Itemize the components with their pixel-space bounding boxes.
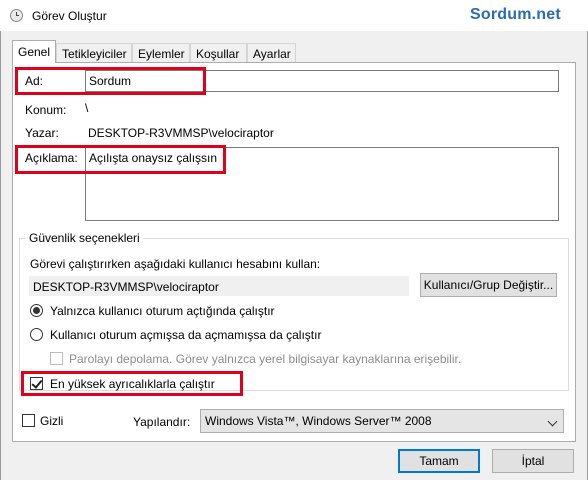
- tab-label: Tetikleyiciler: [62, 47, 127, 61]
- location-value: \: [85, 101, 89, 115]
- title-bar: Görev Oluştur Sordum.net: [0, 0, 588, 31]
- tab-kosullar[interactable]: Koşullar: [190, 43, 247, 62]
- author-value: DESKTOP-R3VMMSP\velociraptor: [88, 126, 274, 140]
- tab-genel[interactable]: Genel: [12, 40, 56, 63]
- tab-ayarlar[interactable]: Ayarlar: [247, 43, 296, 62]
- security-group-title: Güvenlik seçenekleri: [26, 231, 143, 245]
- tab-label: Genel: [18, 45, 51, 59]
- name-input[interactable]: Sordum: [85, 70, 559, 92]
- description-label: Açıklama:: [25, 151, 78, 165]
- checkmark-icon: [31, 377, 43, 389]
- radio-logged-on[interactable]: [30, 304, 43, 317]
- general-panel: Ad: Sordum Konum: \ Yazar: DESKTOP-R3VMM…: [12, 62, 576, 442]
- tab-eylemler[interactable]: Eylemler: [132, 43, 190, 62]
- radio-whether-label: Kullanıcı oturum açmışsa da açmamışsa da…: [50, 328, 322, 342]
- chevron-down-icon: [547, 416, 558, 427]
- no-store-password-checkbox: [50, 352, 63, 365]
- no-store-password-label: Parolayı depolama. Görev yalnızca yerel …: [69, 352, 462, 366]
- account-prompt: Görevi çalıştırırken aşağıdaki kullanıcı…: [30, 257, 321, 271]
- ok-button[interactable]: Tamam: [398, 449, 480, 473]
- tab-label: Koşullar: [196, 47, 240, 61]
- change-user-button[interactable]: Kullanıcı/Grup Değiştir...: [420, 273, 557, 297]
- radio-logged-on-label: Yalnızca kullanıcı oturum açtığında çalı…: [50, 304, 275, 318]
- location-label: Konum:: [25, 103, 67, 117]
- name-label: Ad:: [25, 74, 44, 88]
- window-title: Görev Oluştur: [32, 9, 107, 23]
- clock-icon: [10, 9, 23, 22]
- account-value: DESKTOP-R3VMMSP\velociraptor: [29, 276, 409, 296]
- radio-whether-logged-on[interactable]: [30, 328, 43, 341]
- description-textarea[interactable]: Açılışta onaysız çalışsın: [85, 147, 559, 221]
- highest-privileges-checkbox[interactable]: [30, 377, 43, 390]
- configure-select[interactable]: Windows Vista™, Windows Server™ 2008: [200, 409, 564, 433]
- tab-label: Eylemler: [138, 47, 185, 61]
- highest-privileges-label: En yüksek ayrıcalıklarla çalıştır: [50, 377, 215, 391]
- configure-label: Yapılandır:: [133, 415, 191, 429]
- author-label: Yazar:: [25, 126, 59, 140]
- hidden-checkbox[interactable]: [22, 414, 35, 427]
- tab-tetikleyiciler[interactable]: Tetikleyiciler: [56, 43, 132, 62]
- watermark: Sordum.net: [470, 6, 561, 23]
- cancel-button[interactable]: İptal: [492, 449, 574, 473]
- configure-select-value: Windows Vista™, Windows Server™ 2008: [205, 414, 432, 428]
- hidden-label: Gizli: [40, 414, 64, 428]
- tab-label: Ayarlar: [253, 47, 291, 61]
